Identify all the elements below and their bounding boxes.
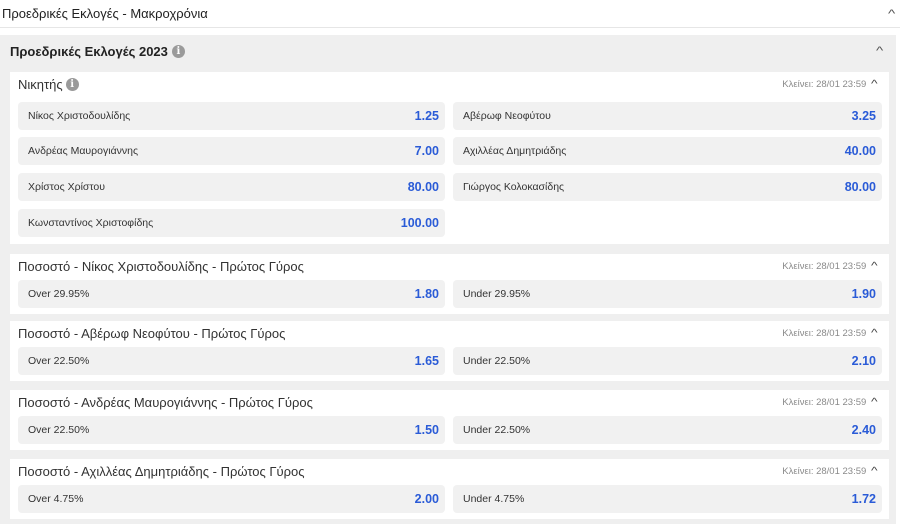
selection-odds: 2.40 (851, 423, 876, 437)
close-time: Κλείνει: 28/01 23:59 (782, 328, 867, 339)
selection-button[interactable]: Under 4.75% 1.72 (453, 485, 882, 513)
selection-button[interactable]: Νίκος Χριστοδουλίδης 1.25 (18, 102, 445, 130)
selection-button[interactable]: Under 22.50% 2.40 (453, 416, 882, 444)
selection-button[interactable]: Χρίστος Χρίστου 80.00 (18, 173, 445, 201)
selection-name: Αβέρωφ Νεοφύτου (463, 110, 551, 122)
selection-odds: 3.25 (851, 109, 876, 123)
info-icon[interactable]: i (65, 78, 79, 91)
selection-name: Αχιλλέας Δημητριάδης (463, 145, 567, 157)
selection-button[interactable]: Ανδρέας Μαυρογιάννης 7.00 (18, 137, 445, 165)
selection-button[interactable]: Over 4.75% 2.00 (18, 485, 445, 513)
selection-button[interactable]: Over 22.50% 1.65 (18, 347, 445, 375)
chevron-up-icon[interactable]: ^ (871, 328, 878, 339)
section-title: Προεδρικές Εκλογές - Μακροχρόνια (2, 6, 208, 21)
selection-odds: 40.00 (844, 144, 876, 158)
event-title-wrap: Προεδρικές Εκλογές 2023 i (10, 44, 185, 59)
close-time: Κλείνει: 28/01 23:59 (782, 397, 867, 408)
selection-button[interactable]: Αβέρωφ Νεοφύτου 3.25 (453, 102, 882, 130)
selection-odds: 80.00 (407, 180, 439, 194)
selection-name: Κωνσταντίνος Χριστοφίδης (28, 217, 154, 229)
event-title: Προεδρικές Εκλογές 2023 (10, 43, 168, 59)
selection-odds: 1.50 (414, 423, 439, 437)
selection-odds: 2.00 (414, 492, 439, 506)
market-title: Νικητής (18, 77, 63, 92)
selection-odds: 2.10 (851, 354, 876, 368)
chevron-up-icon[interactable]: ^ (876, 45, 883, 57)
selection-odds: 1.65 (414, 354, 439, 368)
selection-name: Over 22.50% (28, 355, 90, 367)
chevron-up-icon[interactable]: ^ (871, 79, 878, 90)
chevron-up-icon[interactable]: ^ (871, 466, 878, 477)
close-time: Κλείνει: 28/01 23:59 (782, 261, 867, 272)
selection-button[interactable]: Over 22.50% 1.50 (18, 416, 445, 444)
market-title: Ποσοστό - Αχιλλέας Δημητριάδης - Πρώτος … (18, 464, 305, 479)
selection-button[interactable]: Over 29.95% 1.80 (18, 280, 445, 308)
chevron-up-icon[interactable]: ^ (888, 8, 895, 20)
market-percentage: Ποσοστό - Ανδρέας Μαυρογιάννης - Πρώτος … (10, 390, 889, 450)
selection-name: Γιώργος Κολοκασίδης (463, 181, 565, 193)
market-title: Ποσοστό - Νίκος Χριστοδουλίδης - Πρώτος … (18, 259, 304, 274)
selection-odds: 1.80 (414, 287, 439, 301)
selection-button[interactable]: Αχιλλέας Δημητριάδης 40.00 (453, 137, 882, 165)
market-close: Κλείνει: 28/01 23:59 ^ (782, 328, 878, 339)
event-header[interactable]: Προεδρικές Εκλογές 2023 i ^ (0, 35, 896, 67)
selection-name: Under 29.95% (463, 288, 531, 300)
market-close: Κλείνει: 28/01 23:59 ^ (782, 397, 878, 408)
info-icon[interactable]: i (171, 44, 185, 58)
selection-odds: 80.00 (844, 180, 876, 194)
selection-odds: 1.72 (851, 492, 876, 506)
market-header[interactable]: Ποσοστό - Αχιλλέας Δημητριάδης - Πρώτος … (10, 459, 889, 484)
selection-name: Χρίστος Χρίστου (28, 181, 105, 193)
close-time: Κλείνει: 28/01 23:59 (782, 79, 867, 90)
market-percentage: Ποσοστό - Αχιλλέας Δημητριάδης - Πρώτος … (10, 459, 889, 519)
market-title: Ποσοστό - Ανδρέας Μαυρογιάννης - Πρώτος … (18, 395, 313, 410)
event-panel: Προεδρικές Εκλογές 2023 i ^ Νικητής i Κλ… (0, 35, 896, 524)
selection-name: Under 22.50% (463, 424, 531, 436)
market-percentage: Ποσοστό - Νίκος Χριστοδουλίδης - Πρώτος … (10, 254, 889, 314)
market-title-wrap: Νικητής i (18, 77, 79, 92)
selection-odds: 1.90 (851, 287, 876, 301)
market-header[interactable]: Ποσοστό - Νίκος Χριστοδουλίδης - Πρώτος … (10, 254, 889, 279)
selection-button[interactable]: Under 29.95% 1.90 (453, 280, 882, 308)
selection-name: Over 4.75% (28, 493, 84, 505)
market-close: Κλείνει: 28/01 23:59 ^ (782, 261, 878, 272)
selection-odds: 100.00 (400, 216, 439, 230)
close-time: Κλείνει: 28/01 23:59 (782, 466, 867, 477)
market-header[interactable]: Ποσοστό - Ανδρέας Μαυρογιάννης - Πρώτος … (10, 390, 889, 415)
market-header[interactable]: Ποσοστό - Αβέρωφ Νεοφύτου - Πρώτος Γύρος… (10, 321, 889, 346)
selection-name: Over 22.50% (28, 424, 90, 436)
selection-name: Νίκος Χριστοδουλίδης (28, 110, 131, 122)
selection-button[interactable]: Under 22.50% 2.10 (453, 347, 882, 375)
selection-name: Under 22.50% (463, 355, 531, 367)
selection-button[interactable]: Γιώργος Κολοκασίδης 80.00 (453, 173, 882, 201)
selection-name: Over 29.95% (28, 288, 90, 300)
chevron-up-icon[interactable]: ^ (871, 261, 878, 272)
market-winner: Νικητής i Κλείνει: 28/01 23:59 ^ Νίκος Χ… (10, 72, 889, 244)
selection-name: Under 4.75% (463, 493, 525, 505)
selection-odds: 7.00 (414, 144, 439, 158)
selection-odds: 1.25 (414, 109, 439, 123)
market-percentage: Ποσοστό - Αβέρωφ Νεοφύτου - Πρώτος Γύρος… (10, 321, 889, 381)
selection-name: Ανδρέας Μαυρογιάννης (28, 145, 139, 157)
section-header[interactable]: Προεδρικές Εκλογές - Μακροχρόνια ^ (0, 0, 900, 28)
chevron-up-icon[interactable]: ^ (871, 397, 878, 408)
market-close: Κλείνει: 28/01 23:59 ^ (782, 466, 878, 477)
market-close: Κλείνει: 28/01 23:59 ^ (782, 79, 878, 90)
market-title: Ποσοστό - Αβέρωφ Νεοφύτου - Πρώτος Γύρος (18, 326, 286, 341)
market-header[interactable]: Νικητής i Κλείνει: 28/01 23:59 ^ (10, 72, 889, 97)
selection-button[interactable]: Κωνσταντίνος Χριστοφίδης 100.00 (18, 209, 445, 237)
